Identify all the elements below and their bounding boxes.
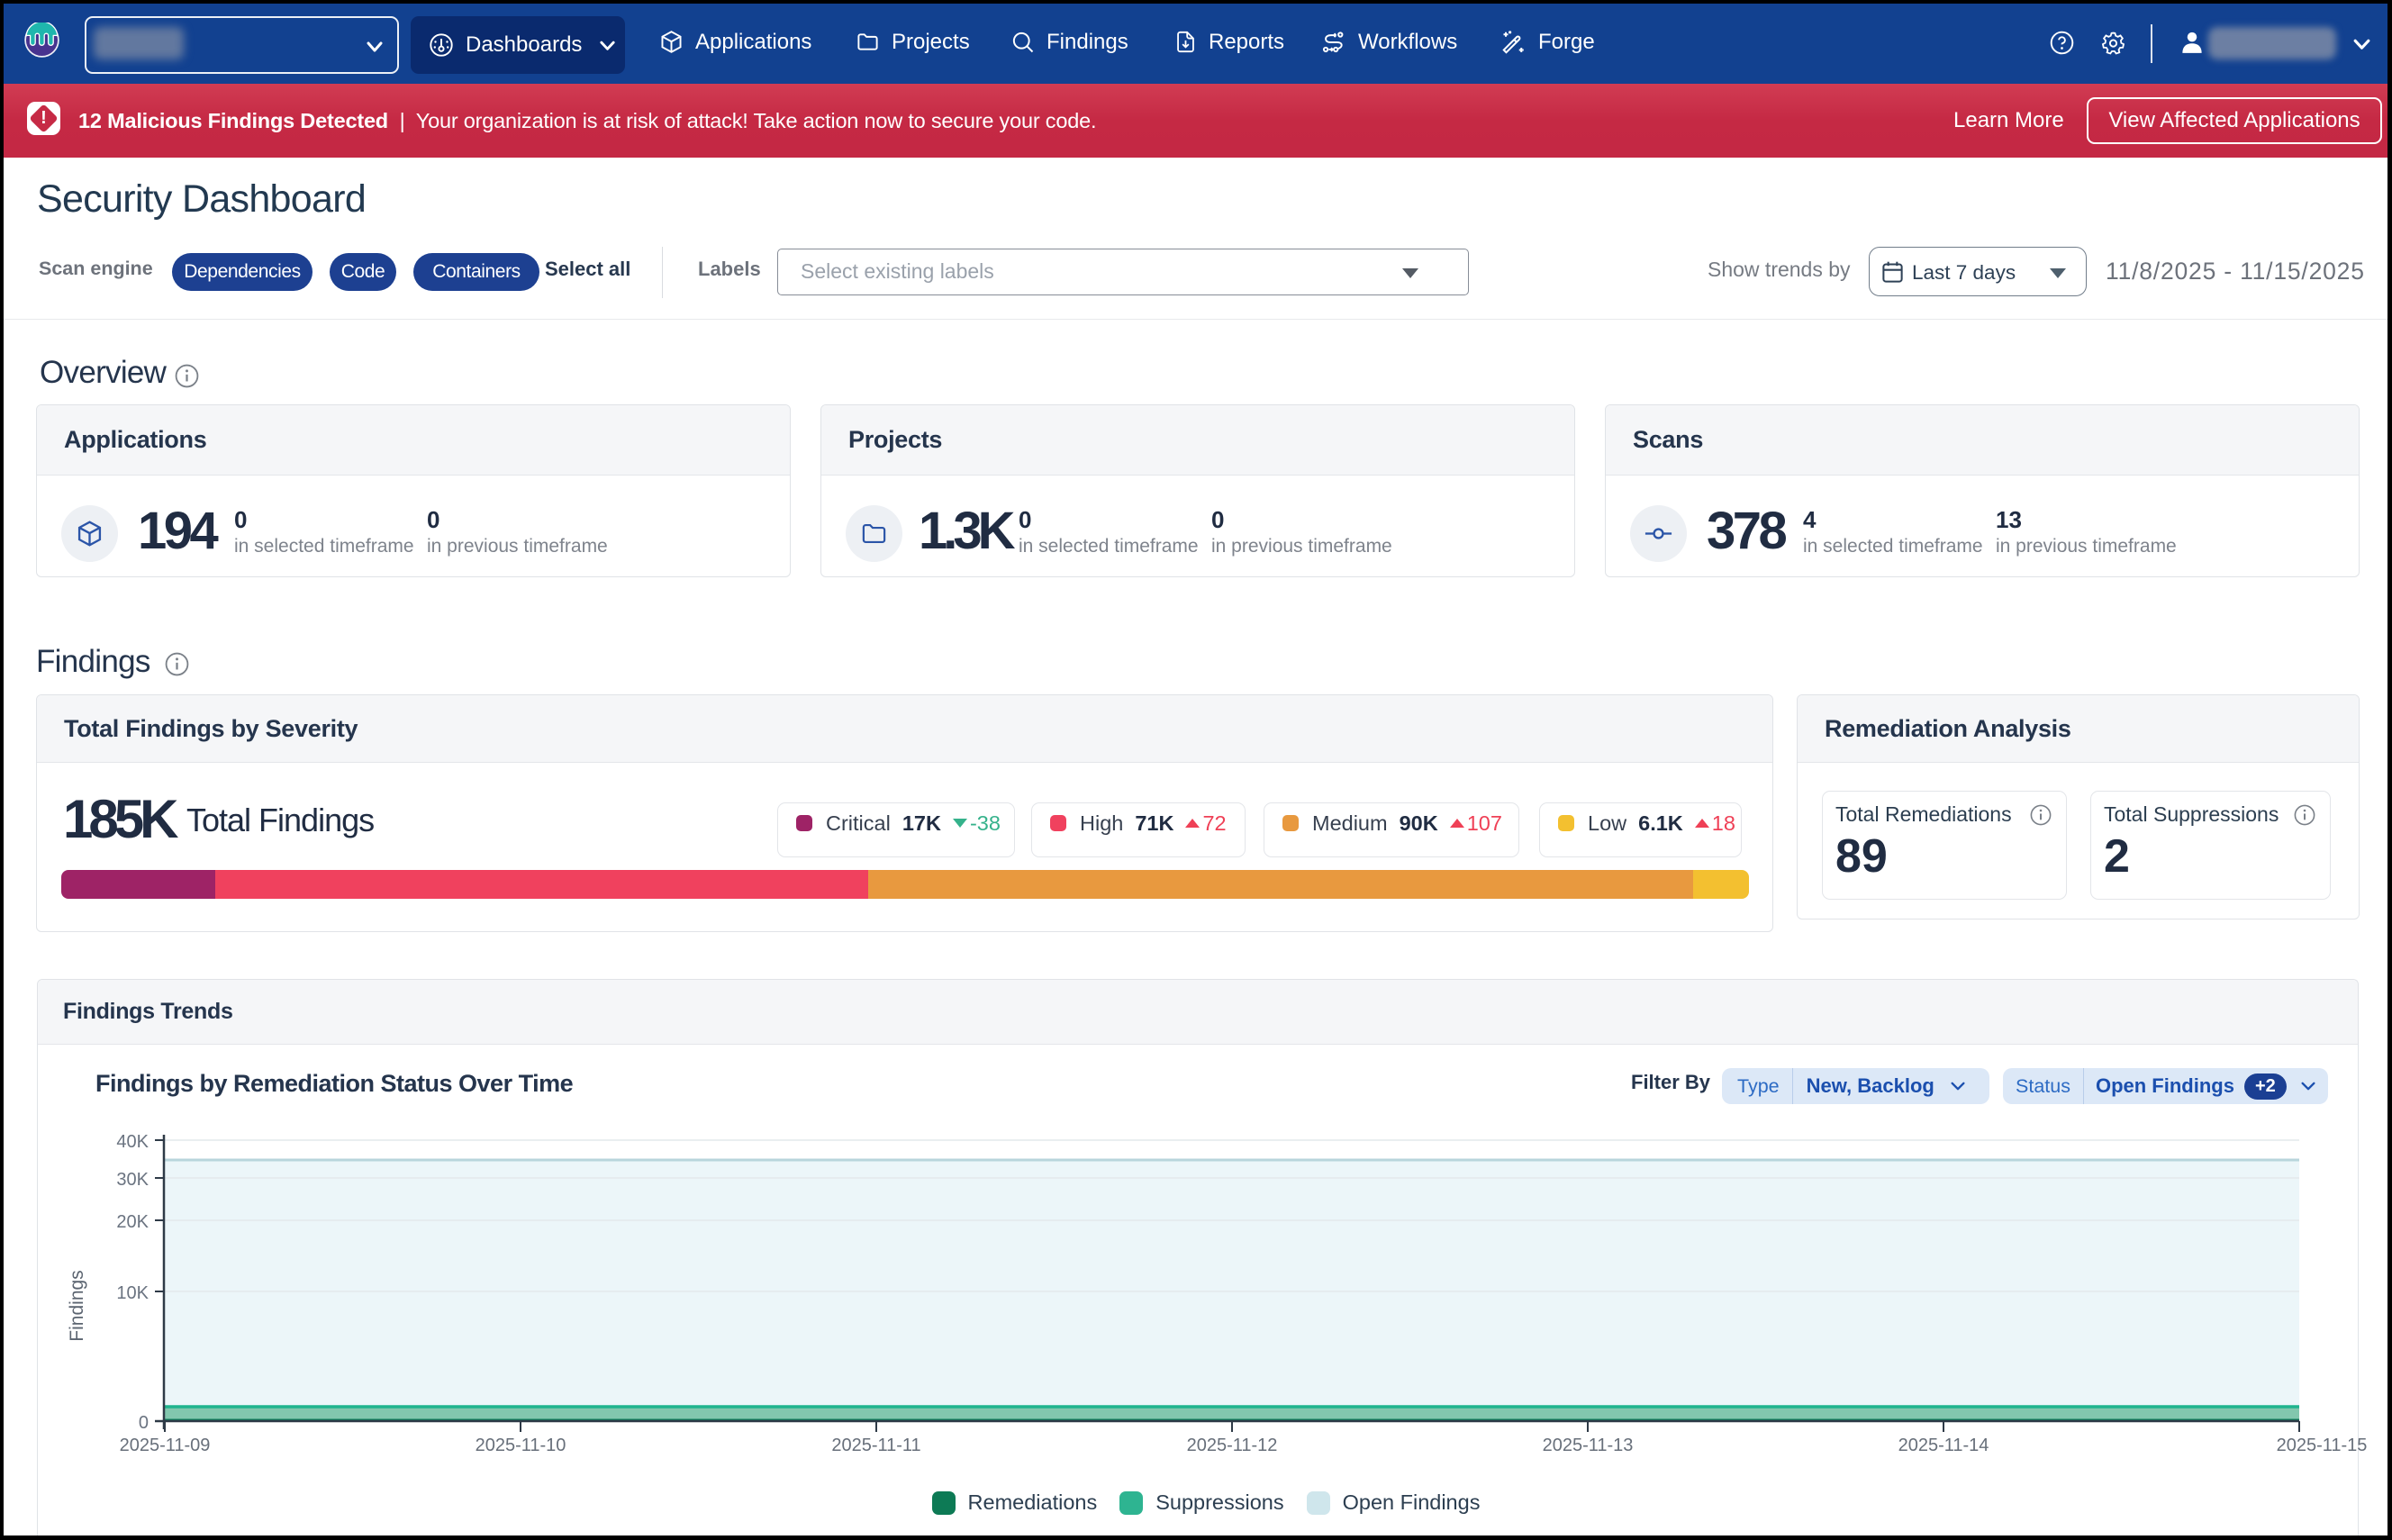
svg-text:2025-11-09: 2025-11-09 [120,1436,211,1455]
svg-text:30K: 30K [116,1170,149,1190]
svg-text:2025-11-11: 2025-11-11 [831,1436,920,1455]
svg-text:10K: 10K [116,1283,149,1303]
svg-text:2025-11-10: 2025-11-10 [476,1436,566,1455]
svg-text:2025-11-15: 2025-11-15 [2277,1436,2368,1455]
svg-text:2025-11-12: 2025-11-12 [1187,1436,1278,1455]
svg-text:2025-11-14: 2025-11-14 [1898,1436,1989,1455]
svg-text:40K: 40K [116,1132,149,1152]
svg-text:0: 0 [139,1413,149,1433]
svg-text:20K: 20K [116,1212,149,1232]
svg-text:Findings: Findings [67,1270,87,1341]
svg-text:2025-11-13: 2025-11-13 [1543,1436,1634,1455]
